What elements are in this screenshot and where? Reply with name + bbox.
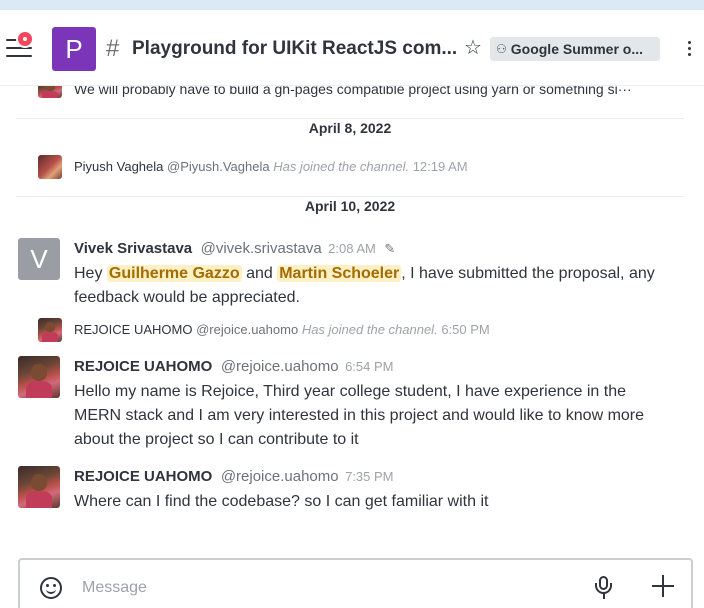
emoji-icon[interactable] [40, 577, 62, 599]
message-input[interactable] [82, 574, 562, 602]
system-message-join: REJOICE UAHOMO @rejoice.uahomo Has joine… [0, 316, 704, 342]
date-label: April 10, 2022 [304, 198, 396, 214]
message-body: Hey Guilherme Gazzo and Martin Schoeler,… [74, 265, 655, 306]
room-avatar[interactable]: P [52, 27, 96, 71]
user-handle[interactable]: @rejoice.uahomo [221, 358, 339, 375]
avatar[interactable] [18, 356, 60, 398]
hash-icon: # [106, 35, 120, 62]
plus-icon[interactable] [652, 575, 674, 597]
message-list[interactable]: We will probably have to build a gh-page… [0, 86, 704, 556]
user-name[interactable]: Piyush Vaghela [74, 159, 163, 174]
user-handle[interactable]: @Piyush.Vaghela [167, 159, 270, 174]
star-icon[interactable]: ☆ [464, 36, 484, 60]
user-name[interactable]: REJOICE UAHOMO [74, 358, 212, 375]
message-composer [18, 558, 693, 608]
avatar[interactable] [38, 318, 62, 342]
user-mention[interactable]: Martin Schoeler [277, 265, 402, 282]
team-icon: ⚇ [496, 42, 507, 56]
user-handle[interactable]: @vivek.srivastava [201, 240, 322, 257]
cutoff-message: We will probably have to build a gh-page… [0, 86, 704, 100]
timestamp: 2:08 AM [328, 241, 376, 256]
message-item: REJOICE UAHOMO @rejoice.uahomo 7:35 PM W… [0, 466, 704, 516]
avatar[interactable] [18, 466, 60, 508]
notification-badge [16, 30, 34, 48]
avatar[interactable] [38, 86, 62, 98]
system-action: Has joined the channel. [301, 322, 438, 337]
message-item: V Vivek Srivastava @vivek.srivastava 2:0… [0, 238, 704, 314]
team-chip[interactable]: ⚇ Google Summer o... [490, 37, 660, 61]
top-strip [0, 0, 704, 10]
user-handle[interactable]: @rejoice.uahomo [221, 468, 339, 485]
room-title[interactable]: Playground for UIKit ReactJS com... [132, 37, 457, 61]
date-label: April 8, 2022 [308, 120, 392, 136]
system-message-join: Piyush Vaghela @Piyush.Vaghela Has joine… [0, 153, 704, 179]
message-body: Where can I find the codebase? so I can … [74, 493, 489, 510]
user-mention[interactable]: Guilherme Gazzo [106, 265, 242, 282]
user-name[interactable]: REJOICE UAHOMO [74, 468, 212, 485]
avatar[interactable] [38, 155, 62, 179]
timestamp: 12:19 AM [412, 159, 468, 174]
avatar[interactable]: V [18, 238, 60, 280]
timestamp: 6:50 PM [441, 322, 490, 337]
timestamp: 7:35 PM [345, 469, 394, 484]
user-handle[interactable]: @rejoice.uahomo [196, 322, 298, 337]
timestamp: 6:54 PM [345, 359, 394, 374]
team-name: Google Summer o... [510, 41, 644, 57]
pencil-icon: ✎ [384, 241, 396, 256]
microphone-icon[interactable] [594, 576, 614, 602]
kebab-menu-icon[interactable] [682, 38, 698, 60]
date-divider: April 8, 2022 [16, 118, 684, 138]
user-name[interactable]: Vivek Srivastava [74, 240, 192, 257]
date-divider: April 10, 2022 [16, 196, 684, 216]
user-name[interactable]: REJOICE UAHOMO [74, 322, 192, 337]
message-text: We will probably have to build a gh-page… [74, 86, 632, 97]
room-header: P # Playground for UIKit ReactJS com... … [0, 10, 704, 86]
system-action: Has joined the channel. [273, 159, 410, 174]
message-body: Hello my name is Rejoice, Third year col… [74, 383, 645, 448]
message-item: REJOICE UAHOMO @rejoice.uahomo 6:54 PM H… [0, 356, 704, 456]
